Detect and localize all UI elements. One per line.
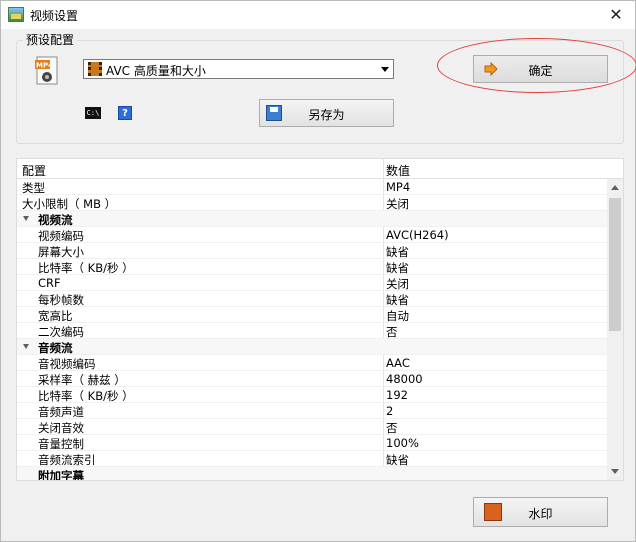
grid-row-key: 屏幕大小 [38,245,84,259]
grid-row[interactable]: 音频流索引 缺省 [17,451,607,467]
grid-row-value[interactable]: 缺省 [386,260,409,276]
grid-header-key: 配置 [22,164,47,178]
grid-rows: 类型 MP4 大小限制（ MB ）关闭 视频流 视频编码 AVC(H264) 屏幕大小 缺省比… [17,179,607,481]
collapse-triangle-icon[interactable] [23,344,29,349]
grid-row-key: 音量控制 [38,437,84,451]
preset-selected-value: AVC 高质量和大小 [106,64,206,78]
grid-row-value[interactable]: 缺省 [386,244,409,260]
film-icon [88,62,102,76]
grid-row[interactable]: 屏幕大小 缺省 [17,243,607,259]
close-button[interactable]: ✕ [599,3,633,27]
grid-row-key: 音频流 [38,341,73,355]
grid-row[interactable]: CRF 关闭 [17,275,607,291]
dropdown-arrow-icon [381,67,389,72]
scroll-down-icon[interactable] [611,469,619,474]
grid-header: 配置 数值 [17,159,623,179]
preset-group-label: 预设配置 [23,31,78,48]
watermark-button[interactable]: 水印 [473,497,608,527]
grid-row-value[interactable]: 缺省 [386,452,409,468]
mp4-icon-text: MP4 [36,62,53,70]
preset-dropdown[interactable]: AVC 高质量和大小 [83,59,394,79]
collapse-triangle-icon[interactable] [23,216,29,221]
grid-row-key: 音频声道 [38,405,84,419]
grid-row[interactable]: 采样率（ 赫兹 ） 48000 [17,371,607,387]
grid-row-value[interactable]: 否 [386,324,398,340]
window-title: 视频设置 [30,9,79,23]
title-bar[interactable]: 视频设置 ✕ [1,1,635,29]
grid-row-value[interactable]: 自动 [386,308,409,324]
grid-row-key: 视频编码 [38,229,84,243]
grid-row[interactable]: 音频声道 2 [17,403,607,419]
scroll-up-icon[interactable] [611,185,619,190]
grid-row-key: 附加字幕 [38,469,84,481]
property-grid: 配置 数值 类型 MP4 大小限制（ MB ）关闭 视频流 视频编码 AVC(H264) 屏… [16,158,624,481]
grid-row[interactable]: 比特率（ KB/秒 ） 192 [17,387,607,403]
grid-row[interactable]: 二次编码 否 [17,323,607,339]
grid-row[interactable]: 视频编码 AVC(H264) [17,227,607,243]
grid-category-row[interactable]: 音频流 [17,339,607,355]
grid-row-key: 宽高比 [38,309,73,323]
scrollbar-thumb[interactable] [609,198,621,331]
grid-row-value[interactable]: 100% [386,436,419,450]
grid-row[interactable]: 音量控制 100% [17,435,607,451]
grid-row-value[interactable]: AVC(H264) [386,228,449,242]
grid-row[interactable]: 比特率（ KB/秒 ） 缺省 [17,259,607,275]
ok-button-label: 确定 [528,64,553,78]
mp4-file-icon: MP4 [35,56,58,85]
grid-row-value[interactable]: MP4 [386,180,410,194]
grid-row-key: 采样率（ 赫兹 ） [38,373,126,387]
command-prompt-icon[interactable]: C:\ [85,107,101,119]
grid-category-row[interactable]: 视频流 [17,211,607,227]
grid-row-value[interactable]: 关闭 [386,196,409,212]
grid-row[interactable]: 类型 MP4 [17,179,607,195]
grid-row-value[interactable]: 否 [386,420,398,436]
grid-row[interactable]: 音视频编码 AAC [17,355,607,371]
save-as-button-label: 另存为 [308,108,345,122]
grid-row-key: 音视频编码 [38,357,96,371]
grid-row-key: 视频流 [38,213,73,227]
grid-row[interactable]: 宽高比 自动 [17,307,607,323]
grid-row-key: 二次编码 [38,325,84,339]
save-as-button[interactable]: 另存为 [259,99,394,127]
grid-category-row[interactable]: 附加字幕 [17,467,607,481]
grid-row-value[interactable]: 48000 [386,372,423,386]
help-icon[interactable]: ? [118,106,132,120]
vertical-scrollbar[interactable] [607,179,623,480]
grid-row-key: 关闭音效 [38,421,84,435]
ok-button[interactable]: 确定 [473,55,608,83]
grid-row-value[interactable]: 关闭 [386,276,409,292]
grid-row-value[interactable]: 2 [386,404,393,418]
app-image-icon [8,7,24,22]
grid-row-key: 大小限制（ MB ） [22,197,117,211]
grid-row-value[interactable]: 192 [386,388,408,402]
video-settings-window: 视频设置 ✕ 预设配置 MP4 AVC 高质量和大小 确定 C:\ ? 另存为 … [0,0,636,542]
grid-row[interactable]: 大小限制（ MB ） 关闭 [17,195,607,211]
grid-row[interactable]: 关闭音效 否 [17,419,607,435]
grid-row-key: 音频流索引 [38,453,96,467]
grid-row-value[interactable]: AAC [386,356,410,370]
grid-row-key: 类型 [22,181,45,195]
grid-row[interactable]: 每秒帧数 缺省 [17,291,607,307]
grid-row-key: 比特率（ KB/秒 ） [38,261,134,275]
grid-row-key: 比特率（ KB/秒 ） [38,389,134,403]
watermark-button-label: 水印 [528,507,553,521]
grid-row-key: 每秒帧数 [38,293,84,307]
grid-row-key: CRF [38,276,61,290]
grid-header-value: 数值 [386,164,411,178]
grid-row-value[interactable]: 缺省 [386,292,409,308]
